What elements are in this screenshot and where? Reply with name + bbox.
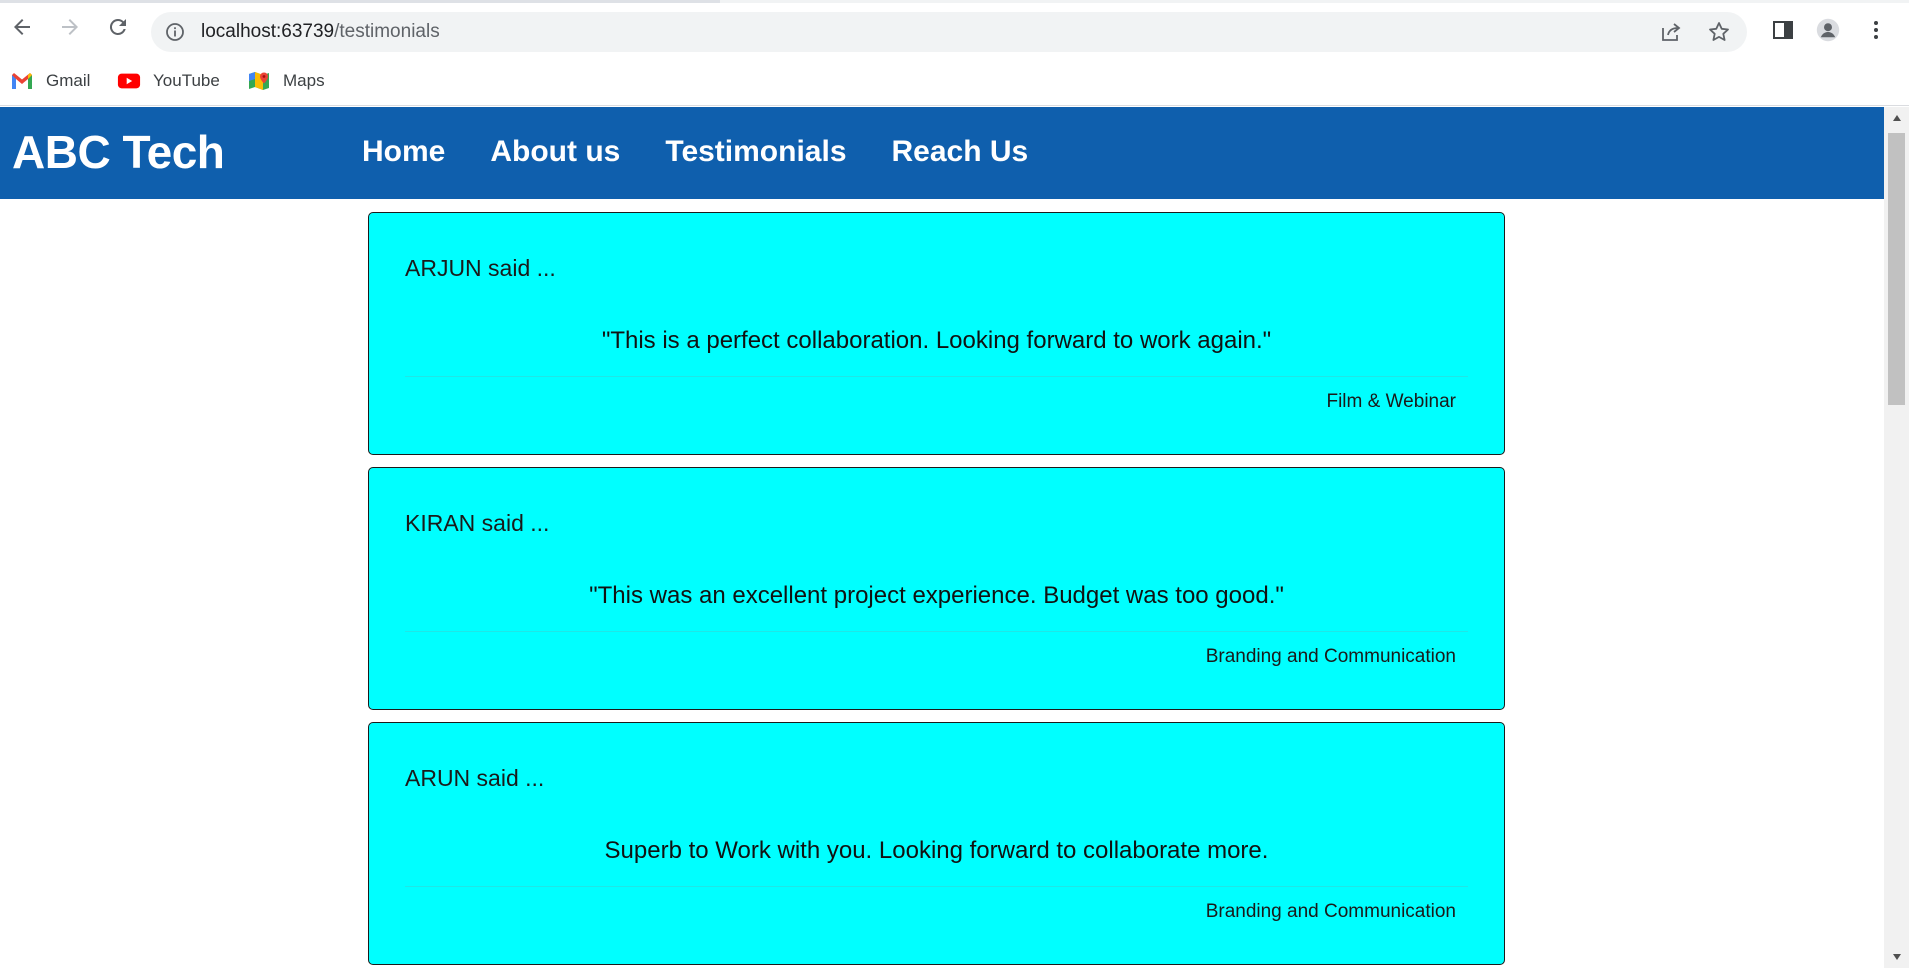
reload-button[interactable] [106, 15, 130, 39]
bookmark-star-button[interactable] [1707, 20, 1731, 44]
page-viewport: ABC Tech Home About us Testimonials Reac… [0, 107, 1909, 968]
forward-button[interactable] [58, 15, 82, 39]
testimonial-card: ARUN said ... Superb to Work with you. L… [368, 722, 1505, 965]
site-navbar: ABC Tech Home About us Testimonials Reac… [0, 107, 1884, 199]
testimonial-card: KIRAN said ... "This was an excellent pr… [368, 467, 1505, 710]
scroll-down-arrow[interactable] [1884, 946, 1909, 968]
scrollbar-thumb[interactable] [1888, 133, 1905, 405]
testimonial-card: ARJUN said ... "This is a perfect collab… [368, 212, 1505, 455]
share-icon [1662, 23, 1681, 41]
testimonial-author: KIRAN said ... [405, 510, 550, 536]
bookmark-maps[interactable]: Maps [247, 69, 325, 93]
url-text: localhost:63739/testimonials [201, 22, 440, 42]
card-divider [405, 886, 1468, 887]
bookmark-gmail[interactable]: Gmail [10, 69, 90, 93]
arrow-left-icon [14, 19, 30, 35]
bookmark-label: YouTube [153, 71, 220, 90]
maps-icon [247, 69, 271, 93]
youtube-icon [117, 69, 141, 93]
testimonial-category: Branding and Communication [1205, 646, 1456, 667]
triangle-up-icon [1892, 115, 1901, 121]
site-info-icon[interactable] [165, 22, 185, 42]
nav-reach-us-link[interactable]: Reach Us [892, 131, 1029, 173]
testimonial-quote: Superb to Work with you. Looking forward… [604, 837, 1269, 864]
testimonial-author: ARJUN said ... [405, 255, 556, 281]
star-icon [1709, 22, 1729, 41]
testimonial-quote: "This was an excellent project experienc… [589, 582, 1284, 609]
nav-testimonials-link[interactable]: Testimonials [665, 131, 846, 173]
back-button[interactable] [10, 15, 34, 39]
url-host: localhost:63739 [201, 21, 335, 42]
nav-about-link[interactable]: About us [490, 131, 620, 173]
gmail-icon [10, 69, 34, 93]
share-button[interactable] [1659, 20, 1683, 44]
side-panel-button[interactable] [1771, 18, 1795, 42]
arrow-right-icon [62, 19, 78, 35]
avatar-icon [1816, 18, 1840, 42]
profile-button[interactable] [1816, 18, 1840, 42]
testimonial-author: ARUN said ... [405, 765, 545, 791]
browser-toolbar: localhost:63739/testimonials [0, 3, 1909, 57]
testimonial-quote: "This is a perfect collaboration. Lookin… [601, 327, 1272, 354]
side-panel-icon [1773, 21, 1793, 39]
more-vertical-icon [1874, 21, 1878, 39]
address-bar[interactable]: localhost:63739/testimonials [151, 12, 1747, 52]
triangle-down-icon [1892, 954, 1901, 960]
bookmark-youtube[interactable]: YouTube [117, 69, 220, 93]
scroll-up-arrow[interactable] [1884, 107, 1909, 129]
brand-logo[interactable]: ABC Tech [12, 125, 225, 179]
bookmark-label: Gmail [46, 71, 91, 90]
url-path: /testimonials [334, 21, 440, 42]
browser-menu-button[interactable] [1864, 18, 1888, 42]
card-divider [405, 376, 1468, 377]
nav-home-link[interactable]: Home [362, 131, 445, 173]
bookmark-label: Maps [283, 71, 325, 90]
testimonial-category: Branding and Communication [1205, 901, 1456, 922]
bookmarks-bar: Gmail YouTube Maps [0, 57, 1909, 106]
testimonial-category: Film & Webinar [1326, 391, 1456, 412]
card-divider [405, 631, 1468, 632]
vertical-scrollbar[interactable] [1884, 107, 1909, 968]
main-menu: Home About us Testimonials Reach Us [362, 131, 1028, 173]
reload-icon [109, 18, 126, 35]
